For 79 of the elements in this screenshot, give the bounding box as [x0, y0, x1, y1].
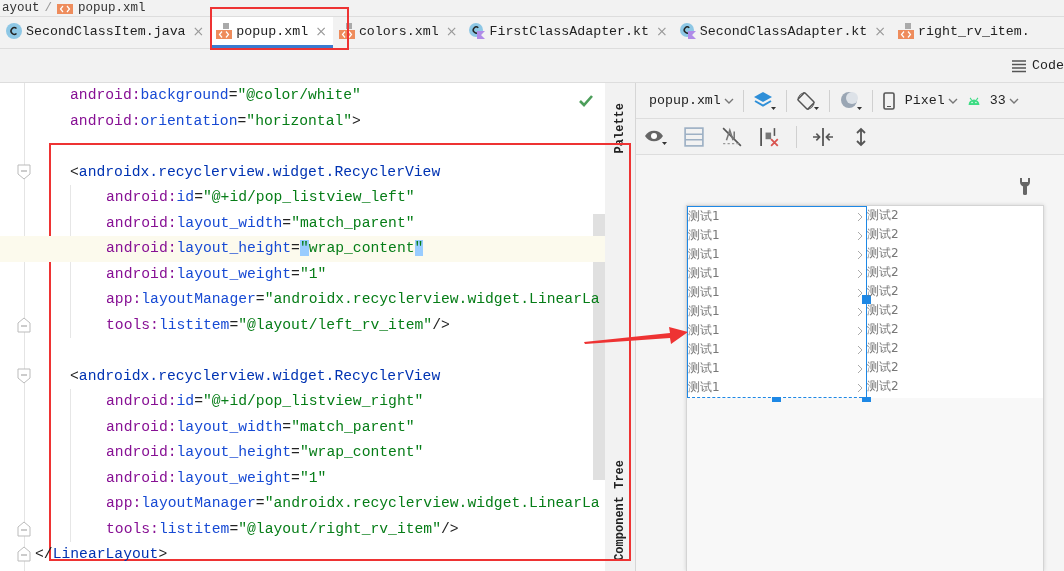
- code-line: <androidx.recyclerview.widget.RecyclerView: [70, 366, 441, 386]
- caret-icon: [1008, 97, 1019, 104]
- check-icon: [579, 95, 593, 107]
- code-line: android:layout_height="wrap_content": [106, 239, 424, 258]
- list-item-text: 测试2: [867, 226, 899, 243]
- xml-file-icon: [898, 23, 915, 39]
- code-line: app:layoutManager="androidx.recyclerview.widget.LinearLa: [106, 290, 600, 309]
- breadcrumb-item[interactable]: popup.xml: [78, 1, 146, 15]
- file-dropdown[interactable]: popup.xml: [649, 93, 734, 108]
- api-level-dropdown[interactable]: 33: [989, 93, 1019, 108]
- code-line: app:layoutManager="androidx.recyclerview.widget.LinearLa: [106, 494, 600, 513]
- resize-handle[interactable]: [862, 295, 871, 304]
- fold-icon[interactable]: [17, 521, 31, 537]
- layers-icon[interactable]: [752, 90, 777, 111]
- list-item-text: 测试2: [867, 340, 899, 357]
- list-item-text: 测试2: [867, 283, 899, 300]
- file-tab[interactable]: FirstClassAdapter.kt ×: [463, 17, 674, 48]
- code-line: android:orientation="horizontal">: [70, 111, 361, 131]
- breadcrumb-separator: /: [44, 1, 53, 15]
- kotlin-class-icon: [679, 23, 696, 39]
- list-item-text: 测试1: [688, 227, 720, 244]
- caret-icon: [947, 97, 958, 104]
- device-dropdown[interactable]: Pixel: [904, 93, 958, 108]
- list-item-text: 测试2: [867, 378, 899, 395]
- list-item-text: 测试1: [688, 322, 720, 339]
- file-tab[interactable]: right_rv_item.: [892, 17, 1036, 48]
- list-item-text: 测试2: [867, 321, 899, 338]
- list-item-text: 测试2: [867, 359, 899, 376]
- component-tree-tab[interactable]: Component Tree: [613, 460, 627, 561]
- breadcrumb-item[interactable]: ayout: [2, 1, 40, 15]
- resize-handle[interactable]: [772, 397, 781, 402]
- file-tab[interactable]: SecondClassAdapter.kt ×: [673, 17, 893, 48]
- code-line: android:id="@+id/pop_listview_left": [106, 188, 415, 207]
- fold-icon[interactable]: [17, 367, 31, 384]
- list-item-text: 测试1: [688, 360, 720, 377]
- night-mode-icon[interactable]: [838, 90, 863, 111]
- code-view-button[interactable]: Code: [1011, 58, 1064, 73]
- class-icon: [6, 23, 22, 39]
- file-tab[interactable]: colors.xml ×: [332, 17, 464, 48]
- list-item-text: 测试1: [688, 208, 720, 225]
- code-line: android:layout_width="match_parent": [106, 417, 415, 437]
- list-item-text: 测试1: [688, 265, 720, 282]
- fold-icon[interactable]: [17, 546, 31, 562]
- fold-icon[interactable]: [17, 317, 31, 333]
- list-item-text: 测试2: [867, 207, 899, 224]
- code-line: tools:listitem="@layout/left_rv_item"/>: [106, 315, 450, 335]
- rotate-icon[interactable]: [795, 90, 820, 111]
- code-line: android:background="@color/white": [70, 86, 361, 105]
- list-item-text: 测试1: [688, 341, 720, 358]
- code-line: android:layout_width="match_parent": [106, 213, 415, 233]
- phone-icon: [881, 91, 896, 110]
- kotlin-class-icon: [469, 23, 486, 39]
- file-tab[interactable]: popup.xml ×: [210, 17, 333, 48]
- recycler-view[interactable]: 测试2 测试2 测试2 测试2 测试2 测试2 测试2 测试2 测试2 测试2: [867, 206, 1043, 398]
- list-icon: [1011, 58, 1028, 73]
- horizontal-constraint-icon[interactable]: [811, 126, 835, 147]
- list-item-text: 测试2: [867, 264, 899, 281]
- resize-handle[interactable]: [862, 397, 871, 402]
- text-off-icon[interactable]: [720, 126, 744, 147]
- fold-icon[interactable]: [17, 163, 31, 180]
- list-item-text: 测试1: [688, 246, 720, 263]
- caret-icon: [723, 97, 734, 104]
- code-line: android:layout_weight="1": [106, 264, 327, 284]
- table-icon[interactable]: [682, 126, 706, 147]
- code-line: android:layout_height="wrap_content": [106, 443, 424, 462]
- list-item-text: 测试1: [688, 379, 720, 396]
- list-item-text: 测试1: [688, 303, 720, 320]
- code-line: android:id="@+id/pop_listview_right": [106, 392, 424, 411]
- xml-file-icon: [216, 23, 233, 39]
- list-item-text: 测试2: [867, 245, 899, 262]
- list-item-text: 测试1: [688, 284, 720, 301]
- xml-file-icon: [57, 2, 74, 14]
- code-line: <androidx.recyclerview.widget.RecyclerView: [70, 162, 441, 182]
- list-item-text: 测试2: [867, 302, 899, 319]
- code-line: android:layout_weight="1": [106, 468, 327, 488]
- xml-file-icon: [338, 23, 355, 39]
- file-tab[interactable]: SecondClassItem.java ×: [0, 17, 211, 48]
- wrench-icon[interactable]: [1019, 177, 1031, 195]
- code-line: tools:listitem="@layout/right_rv_item"/>: [106, 519, 459, 539]
